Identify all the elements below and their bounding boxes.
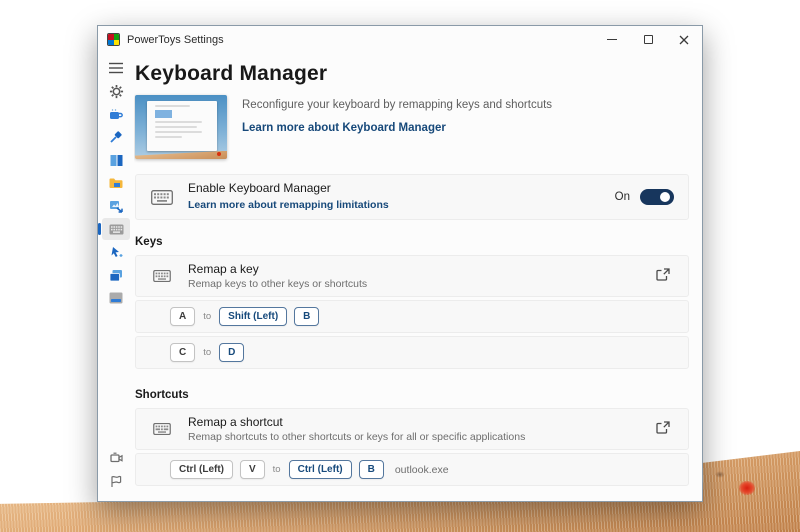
sidebar-item-fancyzones[interactable] [102, 149, 130, 171]
shortcuts-section-label: Shortcuts [135, 389, 689, 401]
keyboard-icon [150, 190, 174, 205]
sidebar-item-mouse-utilities[interactable] [102, 241, 130, 263]
awake-icon [109, 108, 123, 121]
remap-a-shortcut-card: Remap a shortcut Remap shortcuts to othe… [135, 408, 689, 450]
sidebar-item-awake[interactable] [102, 103, 130, 125]
target-key-chip: Shift (Left) [219, 307, 287, 326]
page-description: Reconfigure your keyboard by remapping k… [242, 99, 552, 111]
to-separator: to [203, 311, 211, 322]
open-remap-shortcut-button[interactable] [652, 417, 674, 441]
minimize-icon [607, 39, 617, 40]
remapping-limitations-link[interactable]: Learn more about remapping limitations [188, 199, 389, 211]
video-conference-icon [110, 452, 123, 464]
remap-shortcut-title: Remap a shortcut [188, 415, 525, 429]
image-resizer-icon [109, 200, 123, 213]
keyboard-manager-icon [109, 224, 124, 235]
keyboard-icon-small [150, 270, 174, 282]
sidebar-menu-button[interactable] [102, 57, 130, 79]
fancyzones-icon [110, 154, 123, 167]
keyboard-manager-preview-image [135, 95, 227, 159]
minimize-button[interactable] [594, 26, 630, 53]
target-key-chip: B [359, 460, 384, 479]
mouse-utilities-icon [109, 246, 123, 259]
enable-keyboard-manager-toggle[interactable] [640, 189, 674, 205]
maximize-button[interactable] [630, 26, 666, 53]
sidebar-item-feedback[interactable] [102, 470, 130, 492]
keys-section-label: Keys [135, 236, 689, 248]
mapping-row: Ato Shift (Left) B [135, 300, 689, 333]
learn-more-link[interactable]: Learn more about Keyboard Manager [242, 122, 446, 134]
to-separator: to [273, 464, 281, 475]
preview-mini-window [147, 101, 217, 151]
target-key-chip: B [294, 307, 319, 326]
close-button[interactable] [666, 26, 702, 53]
shortcut-mappings-list: Ctrl (Left) Vto Ctrl (Left) Boutlook.exe [135, 453, 689, 486]
enable-keyboard-manager-card: Enable Keyboard Manager Learn more about… [135, 174, 689, 220]
target-key-chip: D [219, 343, 244, 362]
sidebar-item-powertoys-run[interactable] [102, 287, 130, 309]
close-icon [679, 35, 689, 45]
main-content: Keyboard Manager [134, 53, 702, 501]
menu-icon [109, 62, 123, 74]
remap-key-title: Remap a key [188, 262, 367, 276]
sidebar-item-general[interactable] [102, 80, 130, 102]
source-key-chip: V [240, 460, 265, 479]
maximize-icon [644, 35, 653, 44]
window-controls [594, 26, 702, 53]
to-separator: to [203, 347, 211, 358]
remap-a-key-card: Remap a key Remap keys to other keys or … [135, 255, 689, 297]
sidebar [98, 53, 134, 501]
target-key-chip: Ctrl (Left) [289, 460, 352, 479]
target-app-label: outlook.exe [395, 464, 449, 476]
mapping-row: Ctrl (Left) Vto Ctrl (Left) Boutlook.exe [135, 453, 689, 486]
toggle-knob [660, 192, 670, 202]
open-window-icon [656, 268, 670, 281]
page-title: Keyboard Manager [135, 62, 689, 86]
general-settings-gear-icon [109, 84, 124, 99]
remap-key-subtitle: Remap keys to other keys or shortcuts [188, 278, 367, 290]
powertoys-settings-window: PowerToys Settings [97, 25, 703, 502]
powertoys-run-icon [109, 292, 123, 304]
source-key-chip: Ctrl (Left) [170, 460, 233, 479]
titlebar: PowerToys Settings [98, 26, 702, 53]
sidebar-item-image-resizer[interactable] [102, 195, 130, 217]
file-explorer-folder-icon [109, 177, 123, 189]
open-remap-key-button[interactable] [652, 264, 674, 288]
feedback-flag-icon [110, 475, 122, 488]
toggle-state-label: On [615, 191, 630, 203]
desktop-background: PowerToys Settings [0, 0, 800, 532]
remap-shortcut-subtitle: Remap shortcuts to other shortcuts or ke… [188, 431, 525, 443]
open-window-icon [656, 421, 670, 434]
powertoys-app-icon [107, 33, 120, 46]
enable-card-title: Enable Keyboard Manager [188, 181, 389, 195]
sidebar-item-file-explorer[interactable] [102, 172, 130, 194]
color-picker-icon [109, 130, 123, 144]
mapping-row: Cto D [135, 336, 689, 369]
source-key-chip: A [170, 307, 195, 326]
window-title: PowerToys Settings [127, 34, 594, 46]
red-flower [739, 481, 755, 495]
source-key-chip: C [170, 343, 195, 362]
powerrename-icon [109, 269, 123, 282]
key-mappings-list: Ato Shift (Left) B Cto D [135, 300, 689, 369]
preview-flower [217, 152, 221, 156]
sidebar-item-color-picker[interactable] [102, 126, 130, 148]
sidebar-item-powerrename[interactable] [102, 264, 130, 286]
hero-section: Reconfigure your keyboard by remapping k… [135, 95, 689, 159]
preview-ground [135, 151, 227, 159]
sidebar-item-keyboard-manager[interactable] [102, 218, 130, 240]
sidebar-item-video-conference[interactable] [102, 447, 130, 469]
keyboard-shortcut-icon [150, 423, 174, 435]
